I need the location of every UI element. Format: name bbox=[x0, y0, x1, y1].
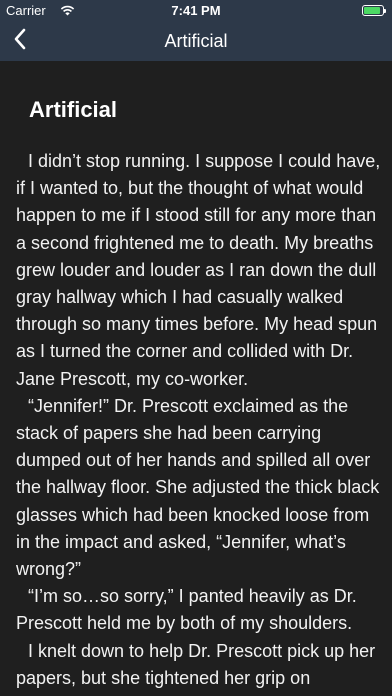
status-bar: Carrier 7:41 PM bbox=[0, 0, 392, 22]
story-paragraph: “I’m so…so sorry,” I panted heavily as D… bbox=[16, 586, 357, 634]
battery-icon bbox=[362, 5, 386, 16]
story-text: I didn’t stop running. I suppose I could… bbox=[16, 148, 386, 692]
story-paragraph: I didn’t stop running. I suppose I could… bbox=[16, 151, 381, 389]
story-paragraph: “Jennifer!” Dr. Prescott exclaimed as th… bbox=[16, 395, 380, 580]
navigation-bar: Artificial bbox=[0, 22, 392, 61]
nav-title: Artificial bbox=[164, 31, 228, 51]
story-paragraph: I knelt down to help Dr. Prescott pick u… bbox=[16, 640, 376, 688]
status-time: 7:41 PM bbox=[171, 3, 221, 18]
chapter-title: Artificial bbox=[29, 97, 118, 122]
reader-content[interactable]: Artificial I didn’t stop running. I supp… bbox=[0, 61, 392, 696]
